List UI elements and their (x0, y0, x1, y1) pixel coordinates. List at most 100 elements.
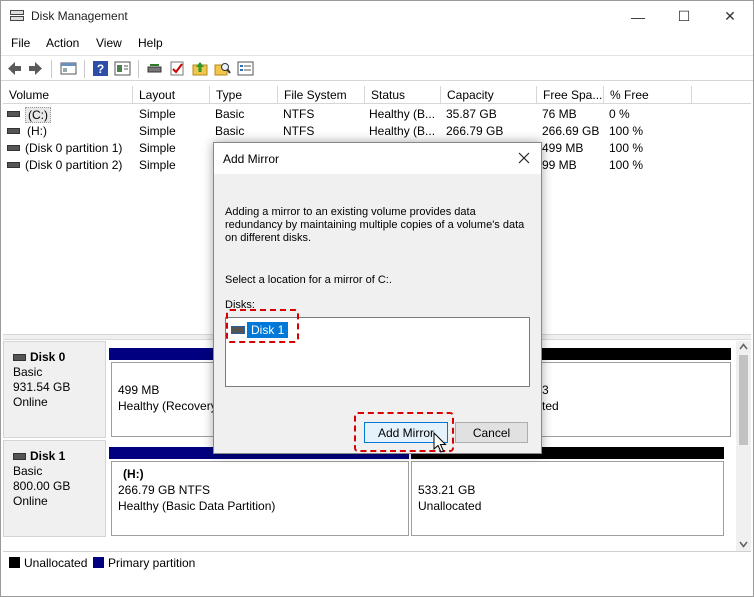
volume-layout: Simple (139, 124, 176, 138)
checklist-icon[interactable] (169, 60, 186, 77)
toolbar-separator (138, 60, 139, 78)
cancel-button[interactable]: Cancel (455, 422, 528, 443)
menu-bar: File Action View Help (1, 32, 753, 54)
volume-status: Healthy (B... (369, 107, 436, 121)
volume-type: Basic (215, 124, 245, 138)
connect-disk-icon[interactable] (146, 60, 163, 77)
partition-disk1-unallocated[interactable]: 533.21 GB Unallocated (411, 461, 724, 536)
volume-free-space: 499 MB (542, 141, 584, 155)
volume-file-system: NTFS (283, 124, 315, 138)
disk-state: Online (13, 494, 48, 508)
legend: Unallocated Primary partition (3, 551, 751, 573)
volume-percent-free: 0 % (609, 107, 630, 121)
volume-type: Basic (215, 107, 245, 121)
window-title: Disk Management (31, 9, 128, 23)
show-hide-console-tree-icon[interactable] (60, 60, 77, 77)
volume-layout: Simple (139, 141, 176, 155)
column-header-layout[interactable]: Layout (133, 86, 210, 104)
dialog-description: Adding a mirror to an existing volume pr… (225, 206, 525, 244)
column-header-volume[interactable]: Volume (3, 86, 133, 104)
disk-management-icon (10, 10, 24, 22)
scroll-down-icon[interactable] (739, 541, 748, 548)
partition-disk0-recovery[interactable]: 499 MB Healthy (Recovery (111, 362, 217, 437)
volume-icon (7, 128, 20, 134)
column-header-percent-free[interactable]: % Free (604, 86, 692, 104)
volume-free-space: 99 MB (542, 158, 577, 172)
disk-type: Basic (13, 365, 43, 379)
dialog-title-bar: Add Mirror (214, 143, 541, 174)
column-header-type[interactable]: Type (210, 86, 278, 104)
menu-action[interactable]: Action (46, 36, 79, 50)
toolbar-separator (84, 60, 85, 78)
column-header-file-system[interactable]: File System (278, 86, 365, 104)
disk-icon (13, 354, 26, 361)
volume-capacity: 266.79 GB (446, 124, 504, 138)
volume-free-space: 76 MB (542, 107, 577, 121)
dialog-title: Add Mirror (223, 152, 280, 166)
toolbar-separator (51, 60, 52, 78)
partition-status: ted (542, 399, 559, 413)
legend-swatch-primary (93, 557, 104, 568)
volume-icon (7, 162, 20, 168)
volume-percent-free: 100 % (609, 141, 644, 155)
volume-name: (Disk 0 partition 1) (25, 141, 123, 155)
volume-icon (7, 145, 20, 151)
volume-name: (H:) (27, 124, 47, 138)
folder-up-icon[interactable] (192, 60, 209, 77)
help-icon[interactable]: ? (92, 60, 109, 77)
volume-status: Healthy (B... (369, 124, 436, 138)
legend-swatch-unallocated (9, 557, 20, 568)
menu-view[interactable]: View (96, 36, 122, 50)
menu-file[interactable]: File (11, 36, 30, 50)
volume-name: (Disk 0 partition 2) (25, 158, 123, 172)
disk-1-info[interactable]: Disk 1 Basic 800.00 GB Online (3, 440, 106, 537)
disk-name: Disk 0 (30, 350, 66, 364)
partition-disk0-right[interactable]: 3 ted (541, 362, 731, 437)
menu-help[interactable]: Help (138, 36, 163, 50)
search-folder-icon[interactable] (214, 60, 231, 77)
partition-size: 533.21 GB (418, 483, 476, 497)
column-header-capacity[interactable]: Capacity (441, 86, 537, 104)
disk-size: 800.00 GB (13, 479, 71, 493)
column-header-status[interactable]: Status (365, 86, 441, 104)
back-arrow-icon[interactable] (6, 60, 23, 77)
forward-arrow-icon[interactable] (27, 60, 44, 77)
minimize-button[interactable]: — (615, 1, 661, 32)
volume-layout: Simple (139, 158, 176, 172)
volume-name: (C:) (25, 107, 51, 123)
disk-icon (13, 453, 26, 460)
mouse-cursor-icon (433, 432, 447, 453)
close-icon (518, 152, 530, 164)
partition-size: 3 (542, 383, 549, 397)
dialog-prompt: Select a location for a mirror of C:. (225, 274, 392, 286)
properties-icon[interactable] (114, 60, 131, 77)
partition-bar-primary (109, 348, 217, 360)
volume-percent-free: 100 % (609, 158, 644, 172)
partition-disk1-h[interactable]: (H:) 266.79 GB NTFS Healthy (Basic Data … (111, 461, 409, 536)
volume-icon (7, 111, 20, 117)
scrollbar-thumb[interactable] (739, 355, 748, 445)
partition-bar-unallocated (541, 348, 731, 360)
partition-status: Unallocated (418, 499, 482, 513)
close-button[interactable]: ✕ (707, 1, 753, 32)
volume-layout: Simple (139, 107, 176, 121)
svg-text:?: ? (97, 62, 104, 76)
scroll-up-icon[interactable] (739, 343, 748, 350)
dialog-close-button[interactable] (511, 146, 537, 170)
maximize-button[interactable]: ☐ (661, 1, 707, 32)
column-header-free-space[interactable]: Free Spa... (537, 86, 604, 104)
title-bar: Disk Management — ☐ ✕ (1, 1, 753, 32)
volume-file-system: NTFS (283, 107, 315, 121)
disk-0-info[interactable]: Disk 0 Basic 931.54 GB Online (3, 341, 106, 438)
legend-label-unallocated: Unallocated (24, 556, 88, 570)
view-list-icon[interactable] (237, 60, 254, 77)
disk-name: Disk 1 (30, 449, 66, 463)
partition-status: Healthy (Recovery (118, 399, 217, 413)
highlight-disk-1 (226, 309, 299, 343)
legend-label-primary: Primary partition (108, 556, 196, 570)
volume-free-space: 266.69 GB (542, 124, 600, 138)
toolbar: ? (1, 55, 753, 81)
partition-size: 266.79 GB NTFS (118, 483, 211, 497)
vertical-scrollbar[interactable] (736, 341, 751, 551)
volume-capacity: 35.87 GB (446, 107, 497, 121)
